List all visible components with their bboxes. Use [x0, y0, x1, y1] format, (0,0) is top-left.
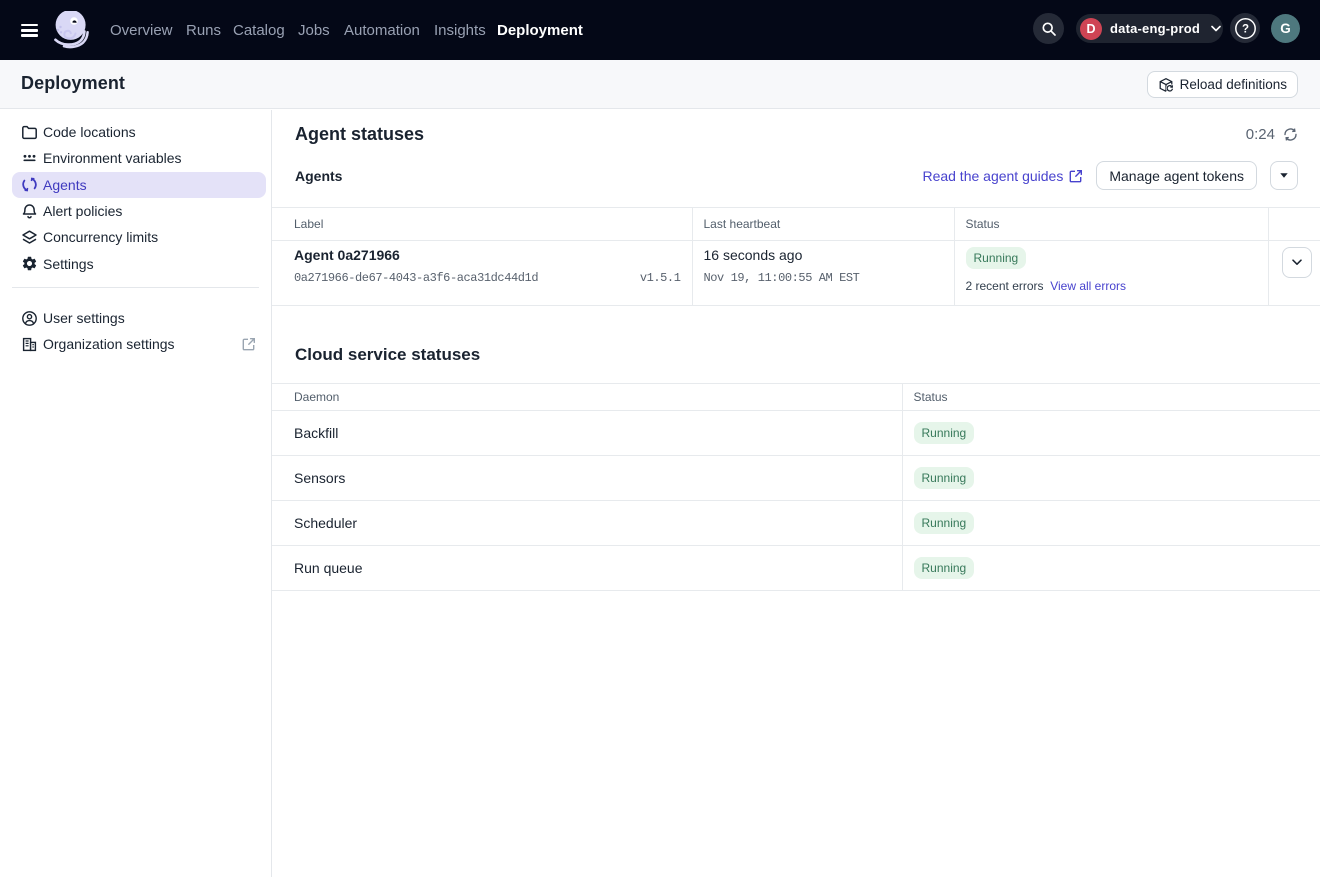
- svg-text:?: ?: [1241, 23, 1248, 35]
